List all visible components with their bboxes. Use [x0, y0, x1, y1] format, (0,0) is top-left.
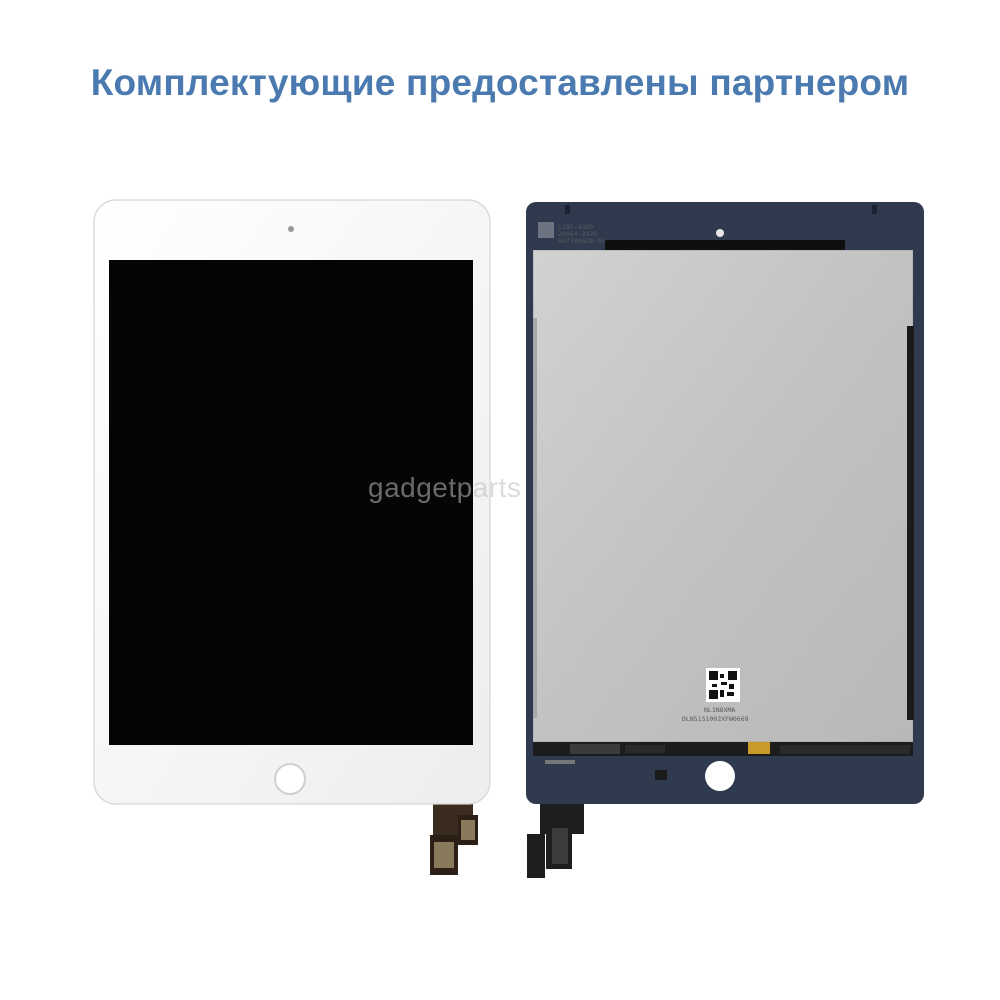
back-display-panel: L18C-4380 20054-2426 0977X0628-03 NL1N8X…	[526, 202, 924, 878]
watermark: gadgetparts	[368, 472, 522, 503]
camera-hole	[716, 229, 724, 237]
front-camera-icon	[288, 226, 294, 232]
front-display-panel	[93, 199, 491, 875]
front-flex-cable	[430, 796, 478, 875]
product-photo: Комплектующие предоставлены партнером L1…	[0, 0, 1000, 1000]
back-serial-line-2: DLN5151002XFW0669	[682, 715, 749, 723]
back-flex-cable	[527, 800, 584, 878]
back-label-line-3: 0977X0628-03	[558, 237, 605, 245]
qr-code-icon	[706, 668, 740, 702]
home-button-icon	[274, 763, 306, 795]
back-serial-line-1: NL1N8XMA	[704, 706, 735, 714]
home-button-hole-icon	[705, 761, 735, 791]
